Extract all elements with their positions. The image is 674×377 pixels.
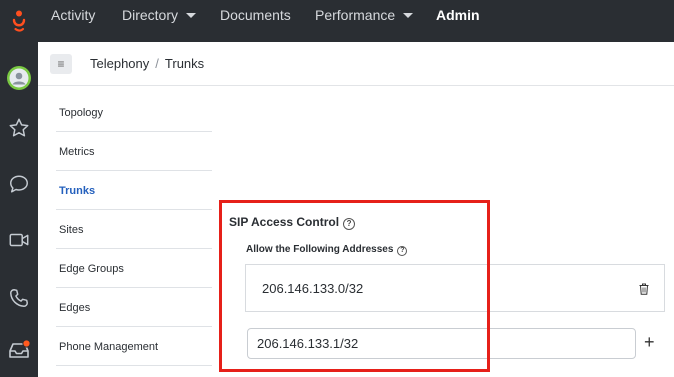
hamburger-icon: ≡ <box>57 57 65 71</box>
genesys-logo-icon[interactable] <box>0 0 38 42</box>
add-address-icon[interactable]: + <box>644 333 655 351</box>
star-icon[interactable] <box>0 110 38 146</box>
breadcrumb-trunks: Trunks <box>164 56 205 71</box>
side-item-trunks[interactable]: Trunks <box>56 171 212 210</box>
address-list-item: 206.146.133.0/32 <box>245 264 665 312</box>
left-rail <box>0 42 38 377</box>
breadcrumb: Telephony / Trunks <box>90 56 204 71</box>
side-item-edge-groups[interactable]: Edge Groups <box>56 249 212 288</box>
side-item-edges[interactable]: Edges <box>56 288 212 327</box>
side-item-metrics[interactable]: Metrics <box>56 132 212 171</box>
side-item-sites[interactable]: Sites <box>56 210 212 249</box>
inbox-icon[interactable] <box>0 332 38 368</box>
address-value: 206.146.133.0/32 <box>262 281 364 296</box>
nav-performance[interactable]: Performance <box>315 0 414 42</box>
nav-directory[interactable]: Directory <box>122 0 197 42</box>
help-icon[interactable]: ? <box>397 246 408 256</box>
nav-activity[interactable]: Activity <box>51 0 95 42</box>
sip-access-control-title: SIP Access Control? <box>229 215 356 230</box>
side-item-phone-management[interactable]: Phone Management <box>56 327 212 366</box>
breadcrumb-telephony[interactable]: Telephony <box>90 56 149 71</box>
avatar-icon[interactable] <box>0 60 38 96</box>
top-nav: Activity Directory Documents Performance… <box>0 0 674 42</box>
page-header: ≡ Telephony / Trunks <box>38 42 674 86</box>
help-icon[interactable]: ? <box>343 218 356 230</box>
breadcrumb-separator: / <box>155 56 159 71</box>
new-address-input[interactable] <box>247 328 636 359</box>
chat-icon[interactable] <box>0 166 38 202</box>
video-icon[interactable] <box>0 222 38 258</box>
phone-icon[interactable] <box>0 280 38 316</box>
side-item-topology[interactable]: Topology <box>56 93 212 132</box>
telephony-side-menu: Topology Metrics Trunks Sites Edge Group… <box>56 93 212 366</box>
chevron-down-icon <box>403 13 414 18</box>
allow-addresses-label: Allow the Following Addresses? <box>246 244 408 256</box>
chevron-down-icon <box>186 13 197 18</box>
trash-icon[interactable] <box>639 282 649 300</box>
menu-toggle-button[interactable]: ≡ <box>50 54 72 74</box>
nav-documents[interactable]: Documents <box>220 0 291 42</box>
nav-admin[interactable]: Admin <box>436 0 480 42</box>
